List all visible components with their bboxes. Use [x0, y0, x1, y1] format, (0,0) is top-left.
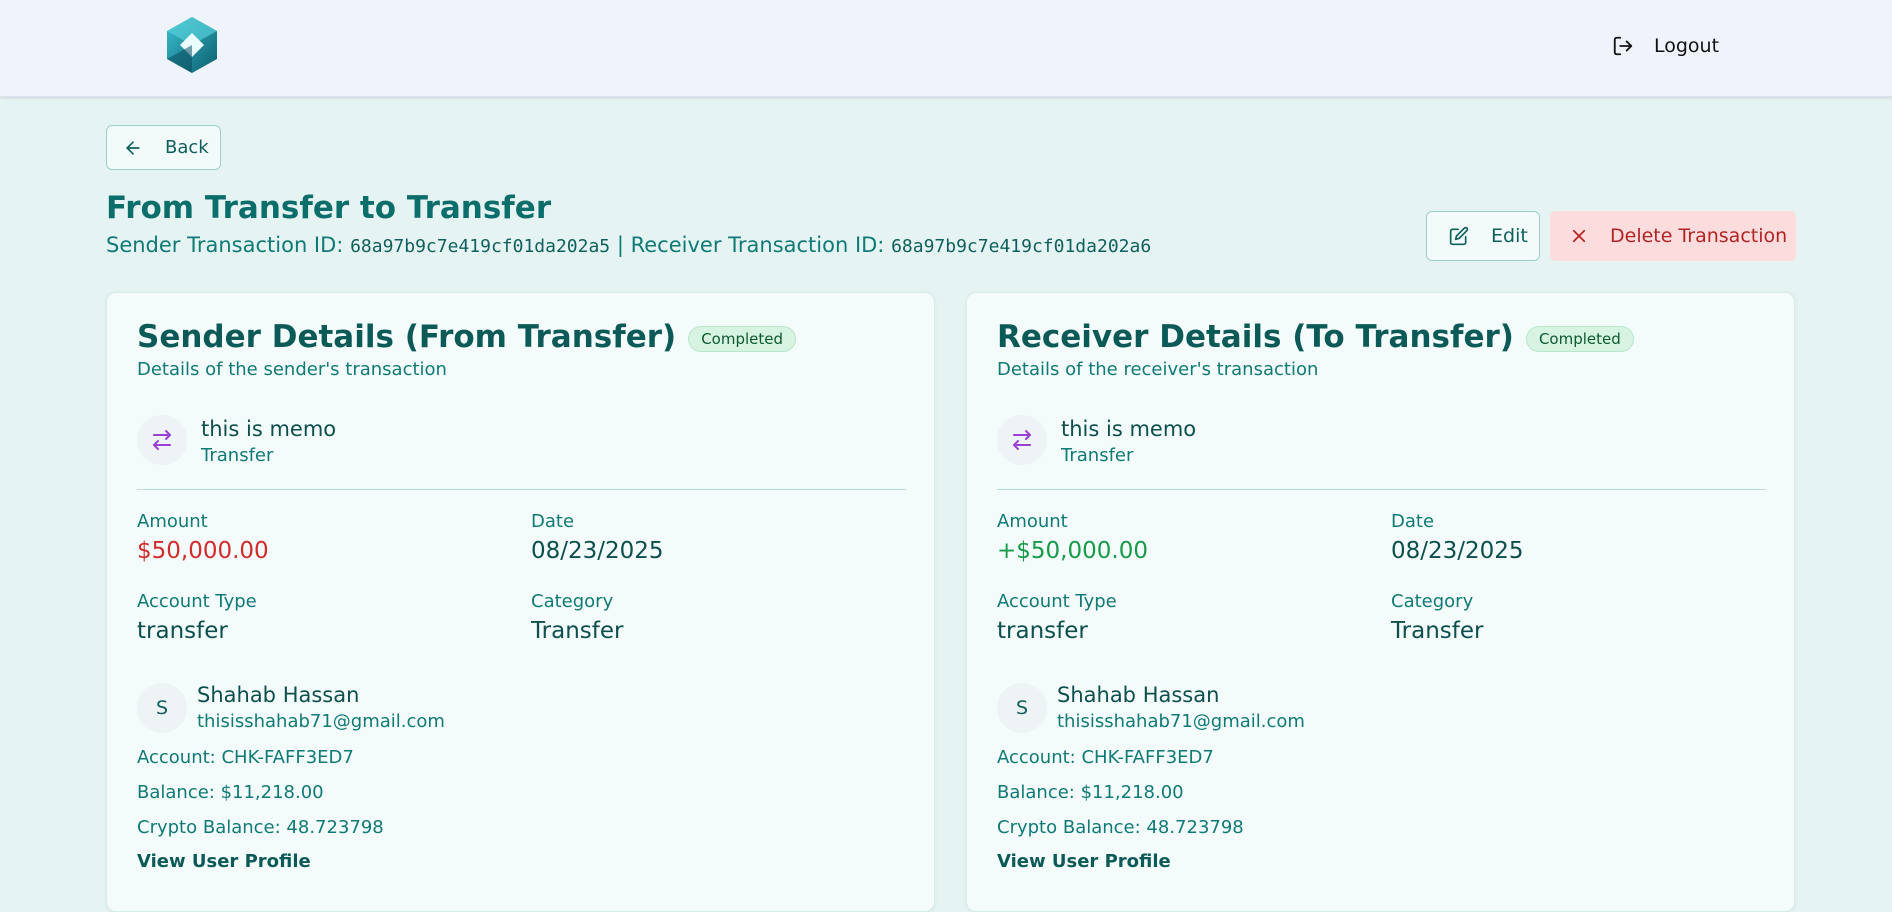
back-button[interactable]: Back — [106, 125, 221, 170]
user-name: Shahab Hassan — [1057, 683, 1220, 707]
edit-label: Edit — [1491, 225, 1528, 247]
amount-label: Amount — [137, 511, 208, 532]
account-type-value: transfer — [137, 618, 228, 644]
crypto-balance: Crypto Balance: 48.723798 — [137, 817, 384, 838]
sender-details-card: Sender Details (From Transfer) Completed… — [106, 292, 935, 912]
sender-transaction-id: 68a97b9c7e419cf01da202a5 — [350, 236, 611, 257]
avatar: S — [137, 683, 187, 733]
user-email: thisisshahab71@gmail.com — [197, 711, 445, 732]
sender-id-label: Sender Transaction ID: — [106, 233, 344, 257]
memo-text: this is memo — [201, 417, 337, 441]
date-value: 08/23/2025 — [1391, 538, 1524, 564]
account-type-label: Account Type — [997, 591, 1117, 612]
category-value: Transfer — [1391, 618, 1484, 644]
date-value: 08/23/2025 — [531, 538, 664, 564]
receiver-card-description: Details of the receiver's transaction — [997, 359, 1319, 380]
sender-card-title: Sender Details (From Transfer) — [137, 319, 677, 355]
delete-transaction-button[interactable]: Delete Transaction — [1550, 211, 1796, 261]
status-badge: Completed — [688, 326, 796, 352]
view-user-profile-link[interactable]: View User Profile — [997, 851, 1171, 872]
edit-icon — [1449, 226, 1469, 246]
category-label: Category — [531, 591, 614, 612]
back-label: Back — [165, 137, 209, 158]
memo-type: Transfer — [1061, 445, 1134, 466]
date-label: Date — [1391, 511, 1435, 532]
receiver-details-card: Receiver Details (To Transfer) Completed… — [966, 292, 1795, 912]
arrow-left-icon — [126, 140, 140, 155]
category-label: Category — [1391, 591, 1474, 612]
user-name: Shahab Hassan — [197, 683, 360, 707]
memo-text: this is memo — [1061, 417, 1197, 441]
status-badge: Completed — [1525, 326, 1634, 352]
view-user-profile-link[interactable]: View User Profile — [137, 851, 311, 872]
amount-label: Amount — [997, 511, 1068, 532]
close-icon — [1572, 229, 1586, 243]
account-number: Account: CHK-FAFF3ED7 — [997, 747, 1214, 768]
transfer-arrows-icon — [997, 415, 1047, 465]
memo-type: Transfer — [201, 445, 274, 466]
receiver-transaction-id: 68a97b9c7e419cf01da202a6 — [891, 236, 1152, 257]
date-label: Date — [531, 511, 575, 532]
sender-card-description: Details of the sender's transaction — [137, 359, 447, 380]
account-type-value: transfer — [997, 618, 1088, 644]
transfer-arrows-icon — [137, 415, 187, 465]
receiver-id-label: Receiver Transaction ID: — [630, 233, 885, 257]
amount-value: +$50,000.00 — [997, 538, 1148, 564]
edit-button[interactable]: Edit — [1426, 211, 1540, 261]
sender-card-header: Sender Details (From Transfer) Completed — [137, 319, 796, 355]
balance: Balance: $11,218.00 — [997, 782, 1184, 803]
account-number: Account: CHK-FAFF3ED7 — [137, 747, 354, 768]
page-title: From Transfer to Transfer — [106, 190, 552, 226]
crypto-balance: Crypto Balance: 48.723798 — [997, 817, 1244, 838]
category-value: Transfer — [531, 618, 624, 644]
id-separator: | — [616, 233, 624, 257]
user-email: thisisshahab71@gmail.com — [1057, 711, 1305, 732]
receiver-card-title: Receiver Details (To Transfer) — [997, 319, 1514, 355]
logout-button[interactable]: Logout — [1612, 28, 1719, 64]
amount-value: $50,000.00 — [137, 538, 269, 564]
logout-label: Logout — [1654, 35, 1720, 57]
logout-icon — [1613, 36, 1633, 56]
avatar: S — [997, 683, 1047, 733]
top-header: Logout — [0, 0, 1892, 97]
balance: Balance: $11,218.00 — [137, 782, 324, 803]
transaction-ids: Sender Transaction ID: 68a97b9c7e419cf01… — [106, 233, 1151, 257]
divider — [997, 489, 1766, 490]
receiver-card-header: Receiver Details (To Transfer) Completed — [997, 319, 1634, 355]
hexagon-cube-logo-icon[interactable] — [164, 15, 220, 75]
divider — [137, 489, 906, 490]
account-type-label: Account Type — [137, 591, 257, 612]
delete-label: Delete Transaction — [1610, 225, 1788, 247]
